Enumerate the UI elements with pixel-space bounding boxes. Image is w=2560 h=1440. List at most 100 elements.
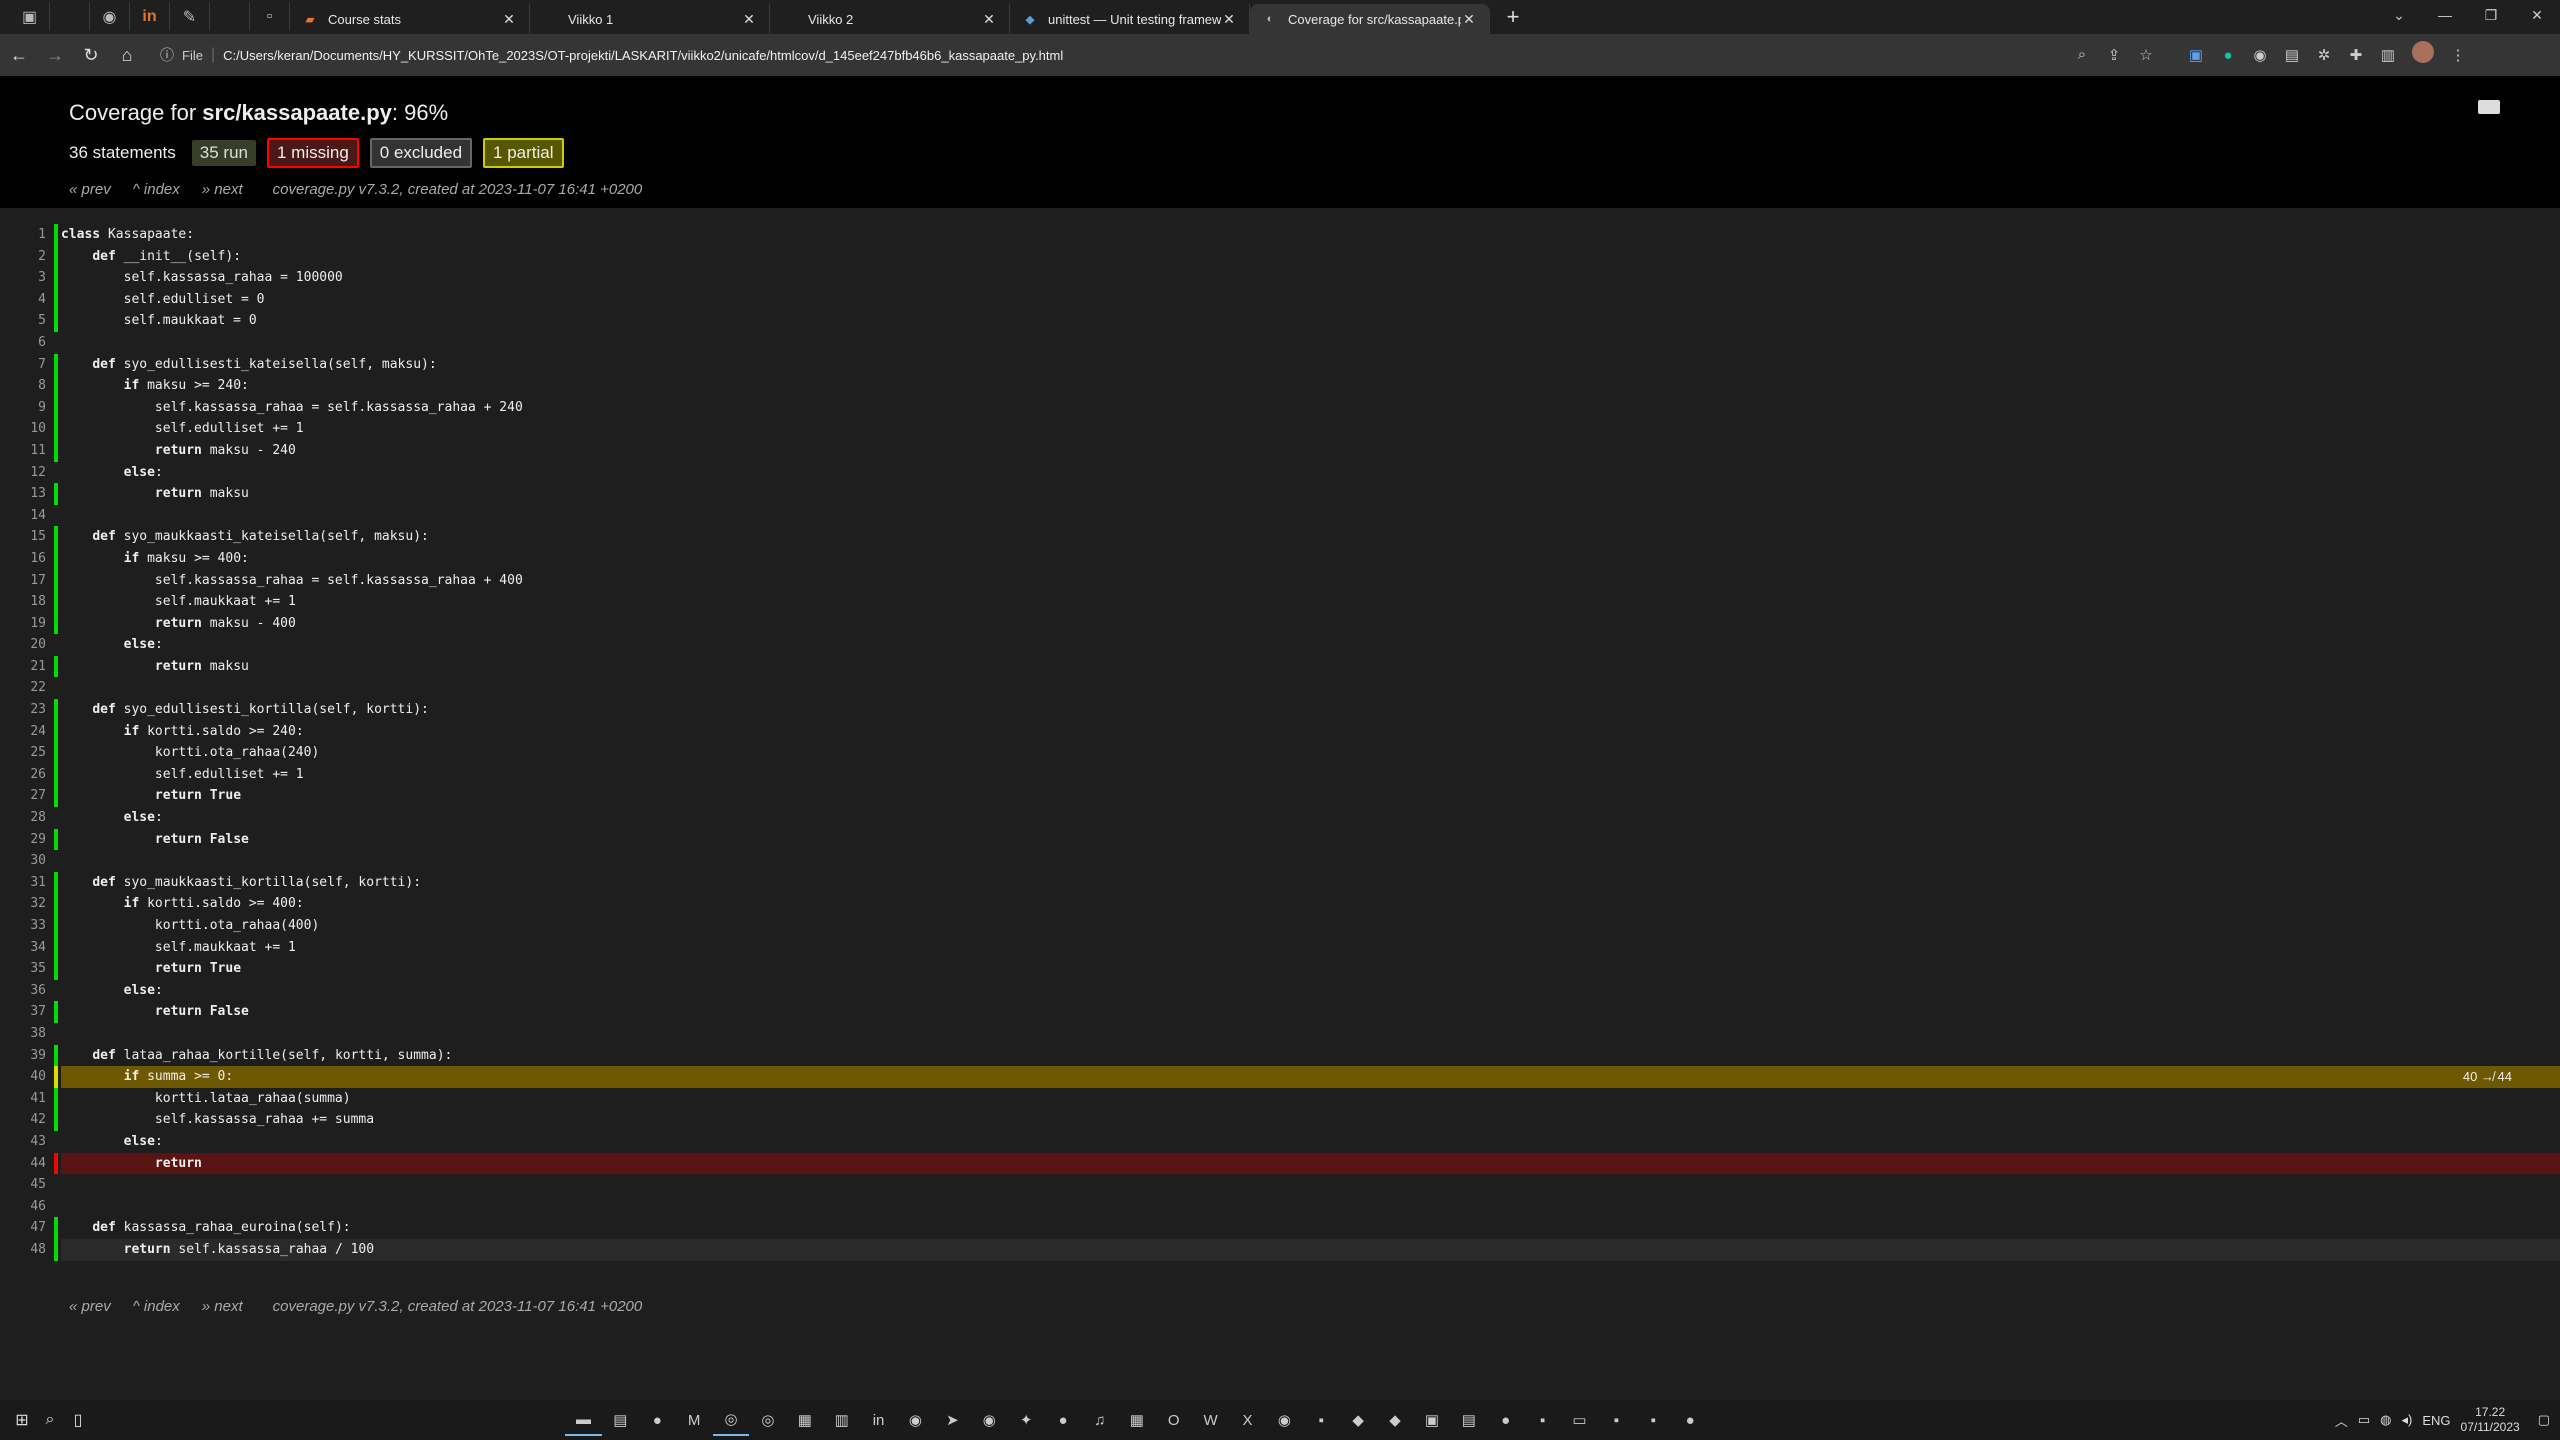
line-number[interactable]: 5 bbox=[0, 310, 54, 332]
close-icon[interactable]: ✕ bbox=[741, 11, 757, 27]
taskbar-store-icon[interactable]: ▦ bbox=[786, 1404, 823, 1436]
taskbar-outlook-icon[interactable]: O bbox=[1155, 1404, 1192, 1436]
line-number[interactable]: 44 bbox=[0, 1153, 54, 1175]
taskbar-twitter-icon[interactable]: ✦ bbox=[1008, 1404, 1045, 1436]
taskbar-word-icon[interactable]: W bbox=[1192, 1404, 1229, 1436]
taskbar-github-icon[interactable]: ◉ bbox=[1266, 1404, 1303, 1436]
line-number[interactable]: 1 bbox=[0, 224, 54, 246]
line-number[interactable]: 36 bbox=[0, 980, 54, 1002]
taskbar-trello-icon[interactable]: ▥ bbox=[823, 1404, 860, 1436]
taskbar-pycharm-icon[interactable]: ▣ bbox=[1413, 1404, 1450, 1436]
line-number[interactable]: 32 bbox=[0, 893, 54, 915]
task-view-icon[interactable]: ▯ bbox=[64, 1406, 92, 1434]
line-number[interactable]: 13 bbox=[0, 483, 54, 505]
tab-coverage[interactable]: ◐ Coverage for src/kassapaate.py: ✕ bbox=[1250, 4, 1490, 34]
index-link[interactable]: ^ index bbox=[133, 181, 180, 198]
line-number[interactable]: 2 bbox=[0, 246, 54, 268]
taskbar-visual-studio-icon[interactable]: ◆ bbox=[1377, 1404, 1414, 1436]
line-number[interactable]: 20 bbox=[0, 634, 54, 656]
taskbar-calc-icon[interactable]: ▦ bbox=[1118, 1404, 1155, 1436]
url-text[interactable]: C:/Users/keran/Documents/HY_KURSSIT/OhTe… bbox=[223, 48, 1063, 63]
line-number[interactable]: 41 bbox=[0, 1088, 54, 1110]
extension-icon[interactable]: ▣ bbox=[2180, 41, 2212, 69]
line-number[interactable]: 38 bbox=[0, 1023, 54, 1045]
address-bar[interactable]: ⓘ File | C:/Users/keran/Documents/HY_KUR… bbox=[152, 38, 2162, 72]
tab-course-stats[interactable]: ▰ Course stats ✕ bbox=[290, 4, 530, 34]
home-icon[interactable]: ⌂ bbox=[110, 38, 144, 72]
line-number[interactable]: 31 bbox=[0, 872, 54, 894]
pinned-tab-blank[interactable]: ▫ bbox=[250, 3, 290, 31]
line-number[interactable]: 29 bbox=[0, 829, 54, 851]
line-number[interactable]: 6 bbox=[0, 332, 54, 354]
search-icon[interactable]: ⌕ bbox=[36, 1406, 64, 1434]
line-number[interactable]: 10 bbox=[0, 418, 54, 440]
taskbar-telegram-icon[interactable]: ➤ bbox=[934, 1404, 971, 1436]
line-number[interactable]: 34 bbox=[0, 937, 54, 959]
new-tab-button[interactable]: + bbox=[1496, 2, 1530, 32]
line-number[interactable]: 19 bbox=[0, 613, 54, 635]
taskbar-app-icon[interactable]: ▪ bbox=[1524, 1404, 1561, 1436]
taskbar-whatsapp-icon[interactable]: ◉ bbox=[897, 1404, 934, 1436]
line-number[interactable]: 48 bbox=[0, 1239, 54, 1261]
clock[interactable]: 17.22 07/11/2023 bbox=[2461, 1405, 2520, 1435]
forward-icon[interactable]: → bbox=[38, 38, 72, 72]
taskbar-notepad-icon[interactable]: ▤ bbox=[1450, 1404, 1487, 1436]
side-panel-icon[interactable]: ▥ bbox=[2372, 41, 2404, 69]
line-number[interactable]: 37 bbox=[0, 1001, 54, 1023]
back-icon[interactable]: ← bbox=[2, 38, 36, 72]
avatar[interactable] bbox=[2412, 41, 2434, 63]
line-number[interactable]: 46 bbox=[0, 1196, 54, 1218]
volume-icon[interactable]: ◂) bbox=[2402, 1412, 2413, 1428]
network-icon[interactable]: ◍ bbox=[2380, 1412, 2391, 1428]
line-number[interactable]: 8 bbox=[0, 375, 54, 397]
line-number[interactable]: 7 bbox=[0, 354, 54, 376]
menu-kebab-icon[interactable]: ⋮ bbox=[2442, 41, 2474, 69]
taskbar-gmail-icon[interactable]: M bbox=[676, 1404, 713, 1436]
taskbar-app-icon[interactable]: ▪ bbox=[1635, 1404, 1672, 1436]
line-number[interactable]: 12 bbox=[0, 462, 54, 484]
taskbar-vscode-icon[interactable]: ◆ bbox=[1340, 1404, 1377, 1436]
line-number[interactable]: 14 bbox=[0, 505, 54, 527]
taskbar-app-red-icon[interactable]: ● bbox=[1487, 1404, 1524, 1436]
line-number[interactable]: 43 bbox=[0, 1131, 54, 1153]
line-number[interactable]: 47 bbox=[0, 1217, 54, 1239]
line-number[interactable]: 17 bbox=[0, 570, 54, 592]
reload-icon[interactable]: ↻ bbox=[74, 38, 108, 72]
line-number[interactable]: 25 bbox=[0, 742, 54, 764]
branch-annotation[interactable]: 40 ↛ 44 bbox=[2463, 1066, 2512, 1088]
taskbar-terminal-icon[interactable]: ▭ bbox=[1561, 1404, 1598, 1436]
restore-icon[interactable]: ❐ bbox=[2468, 0, 2514, 30]
line-number[interactable]: 16 bbox=[0, 548, 54, 570]
battery-icon[interactable]: ▭ bbox=[2358, 1412, 2370, 1428]
start-windows-icon[interactable]: ⊞ bbox=[8, 1406, 36, 1434]
prev-link[interactable]: « prev bbox=[69, 1298, 111, 1315]
line-number[interactable]: 9 bbox=[0, 397, 54, 419]
pinned-tab-linkedin-icon[interactable]: in bbox=[130, 3, 170, 31]
notifications-icon[interactable]: ▢ bbox=[2538, 1412, 2550, 1428]
line-number[interactable]: 33 bbox=[0, 915, 54, 937]
line-number[interactable]: 40 bbox=[0, 1066, 54, 1088]
extension-icon[interactable]: ◉ bbox=[2244, 41, 2276, 69]
line-number[interactable]: 39 bbox=[0, 1045, 54, 1067]
line-number[interactable]: 15 bbox=[0, 526, 54, 548]
taskbar-excel-icon[interactable]: X bbox=[1229, 1404, 1266, 1436]
tray-chevron-icon[interactable]: ︿ bbox=[2335, 1411, 2348, 1430]
line-number[interactable]: 18 bbox=[0, 591, 54, 613]
pinned-tab-github-icon[interactable]: ◉ bbox=[90, 3, 130, 31]
pinned-tab-blank[interactable] bbox=[210, 3, 250, 31]
taskbar-file-explorer-icon[interactable]: ▬ bbox=[565, 1404, 602, 1436]
pinned-tab-blank[interactable] bbox=[50, 3, 90, 31]
minimize-icon[interactable]: — bbox=[2422, 0, 2468, 30]
tab-search-icon[interactable]: ⌄ bbox=[2376, 0, 2422, 30]
run-toggle-button[interactable]: 35 run bbox=[191, 140, 256, 166]
line-number[interactable]: 11 bbox=[0, 440, 54, 462]
line-number[interactable]: 45 bbox=[0, 1174, 54, 1196]
line-number[interactable]: 24 bbox=[0, 721, 54, 743]
taskbar-chrome-alt-icon[interactable]: ◎ bbox=[749, 1404, 786, 1436]
taskbar-music-icon[interactable]: ♫ bbox=[1081, 1404, 1118, 1436]
taskbar-linkedin-icon[interactable]: in bbox=[860, 1404, 897, 1436]
keyboard-icon[interactable] bbox=[2478, 100, 2500, 114]
line-number[interactable]: 22 bbox=[0, 677, 54, 699]
excluded-toggle-button[interactable]: 0 excluded bbox=[369, 138, 473, 168]
taskbar-apple-icon[interactable]: ● bbox=[639, 1404, 676, 1436]
